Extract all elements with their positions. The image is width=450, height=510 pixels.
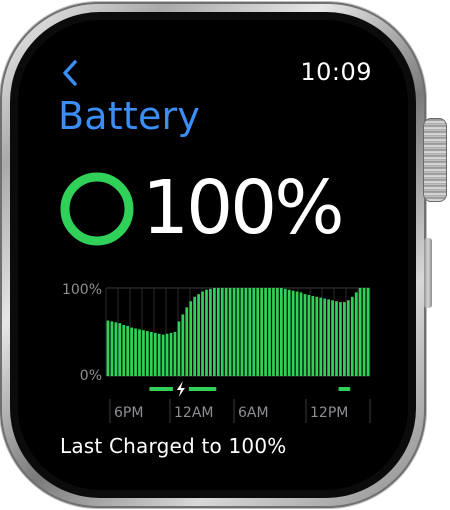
chart-bar [126,325,130,376]
chart-bar [236,288,240,376]
chart-bar [327,299,330,376]
chart-bar [138,329,141,376]
chart-bar [189,301,193,376]
battery-level-chart: 100% 0% 6PM 12AM 6AM 12PM [48,270,378,430]
chart-bar [256,288,260,376]
y-tick-label: 0% [80,368,102,384]
chart-bar [339,302,342,376]
chart-bar [299,292,303,376]
chart-bar [185,307,189,376]
chart-bar [264,288,267,376]
clock-time: 10:09 [300,58,372,86]
chart-bar [181,314,185,376]
chart-bar [291,290,295,376]
chart-bar [366,288,370,376]
chart-bar [220,288,224,376]
page-title: Battery [58,94,201,138]
chart-bar [201,291,204,376]
y-tick-label: 100% [62,282,102,298]
chart-bar [272,288,275,376]
x-tick-label: 6PM [114,405,143,421]
chart-bar [106,320,110,376]
digital-crown[interactable] [423,118,447,202]
chart-bar [118,323,122,376]
chart-bar [268,288,271,376]
chart-bar [149,332,153,376]
chart-bar [177,321,181,376]
chart-bar [205,289,208,376]
chart-bar [354,292,358,376]
chart-bar [146,331,149,376]
chart-bar [110,321,114,376]
chart-bar [335,301,338,376]
chart-bar [276,288,279,376]
chart-bar [114,322,118,376]
charging-segment [338,387,351,391]
chart-bar [350,296,354,376]
back-button[interactable] [56,58,86,88]
side-button[interactable] [424,238,432,308]
chart-bar [165,333,169,376]
x-tick-label: 12AM [174,405,213,421]
chart-bar [244,288,248,376]
battery-percent: 100% [142,165,345,251]
chart-bar [130,327,133,376]
chart-bar [161,334,165,376]
chart-bar [260,288,264,376]
battery-chart-svg: 100% 0% 6PM 12AM 6AM 12PM [62,282,371,423]
chart-bar [346,300,350,376]
chart-bar [331,300,334,376]
chart-bar [142,330,145,376]
chart-bar [248,288,252,376]
chart-bar [252,288,256,376]
x-tick-label: 12PM [310,405,348,421]
chart-bar [240,288,244,376]
chart-bar [122,324,126,376]
chart-bar [295,291,299,376]
battery-ring-arc [60,172,134,246]
chart-bar [319,297,323,376]
chart-bar [343,302,346,376]
chart-bar [209,288,212,376]
chart-bar [193,296,197,376]
chart-bar [303,294,307,376]
chart-bar [228,288,232,376]
chevron-left-icon [63,60,77,86]
last-charged-label: Last Charged to 100% [60,434,287,458]
chart-bar [169,332,173,376]
watch-screen: 10:09 Battery 100% 100% 0% 6PM 12AM 6AM 12PM … [18,20,408,490]
chart-bar [173,332,177,376]
chart-bar [212,288,216,376]
x-tick-label: 6AM [238,405,269,421]
chart-bar [232,288,236,376]
chart-bar [134,328,137,376]
chart-bar [287,289,291,376]
chart-bar [224,288,228,376]
chart-bar [216,288,220,376]
battery-ring-icon [58,170,136,248]
chart-bar [323,298,327,376]
chart-bar [307,295,311,376]
chart-bar [311,295,315,376]
chart-bar [315,296,319,376]
chart-bar [283,288,287,376]
chart-bar [279,288,283,376]
chart-bar [197,294,200,376]
chart-bar [358,288,362,376]
chart-bar [153,332,157,376]
chart-bar [157,333,161,376]
chart-bar [362,288,366,376]
